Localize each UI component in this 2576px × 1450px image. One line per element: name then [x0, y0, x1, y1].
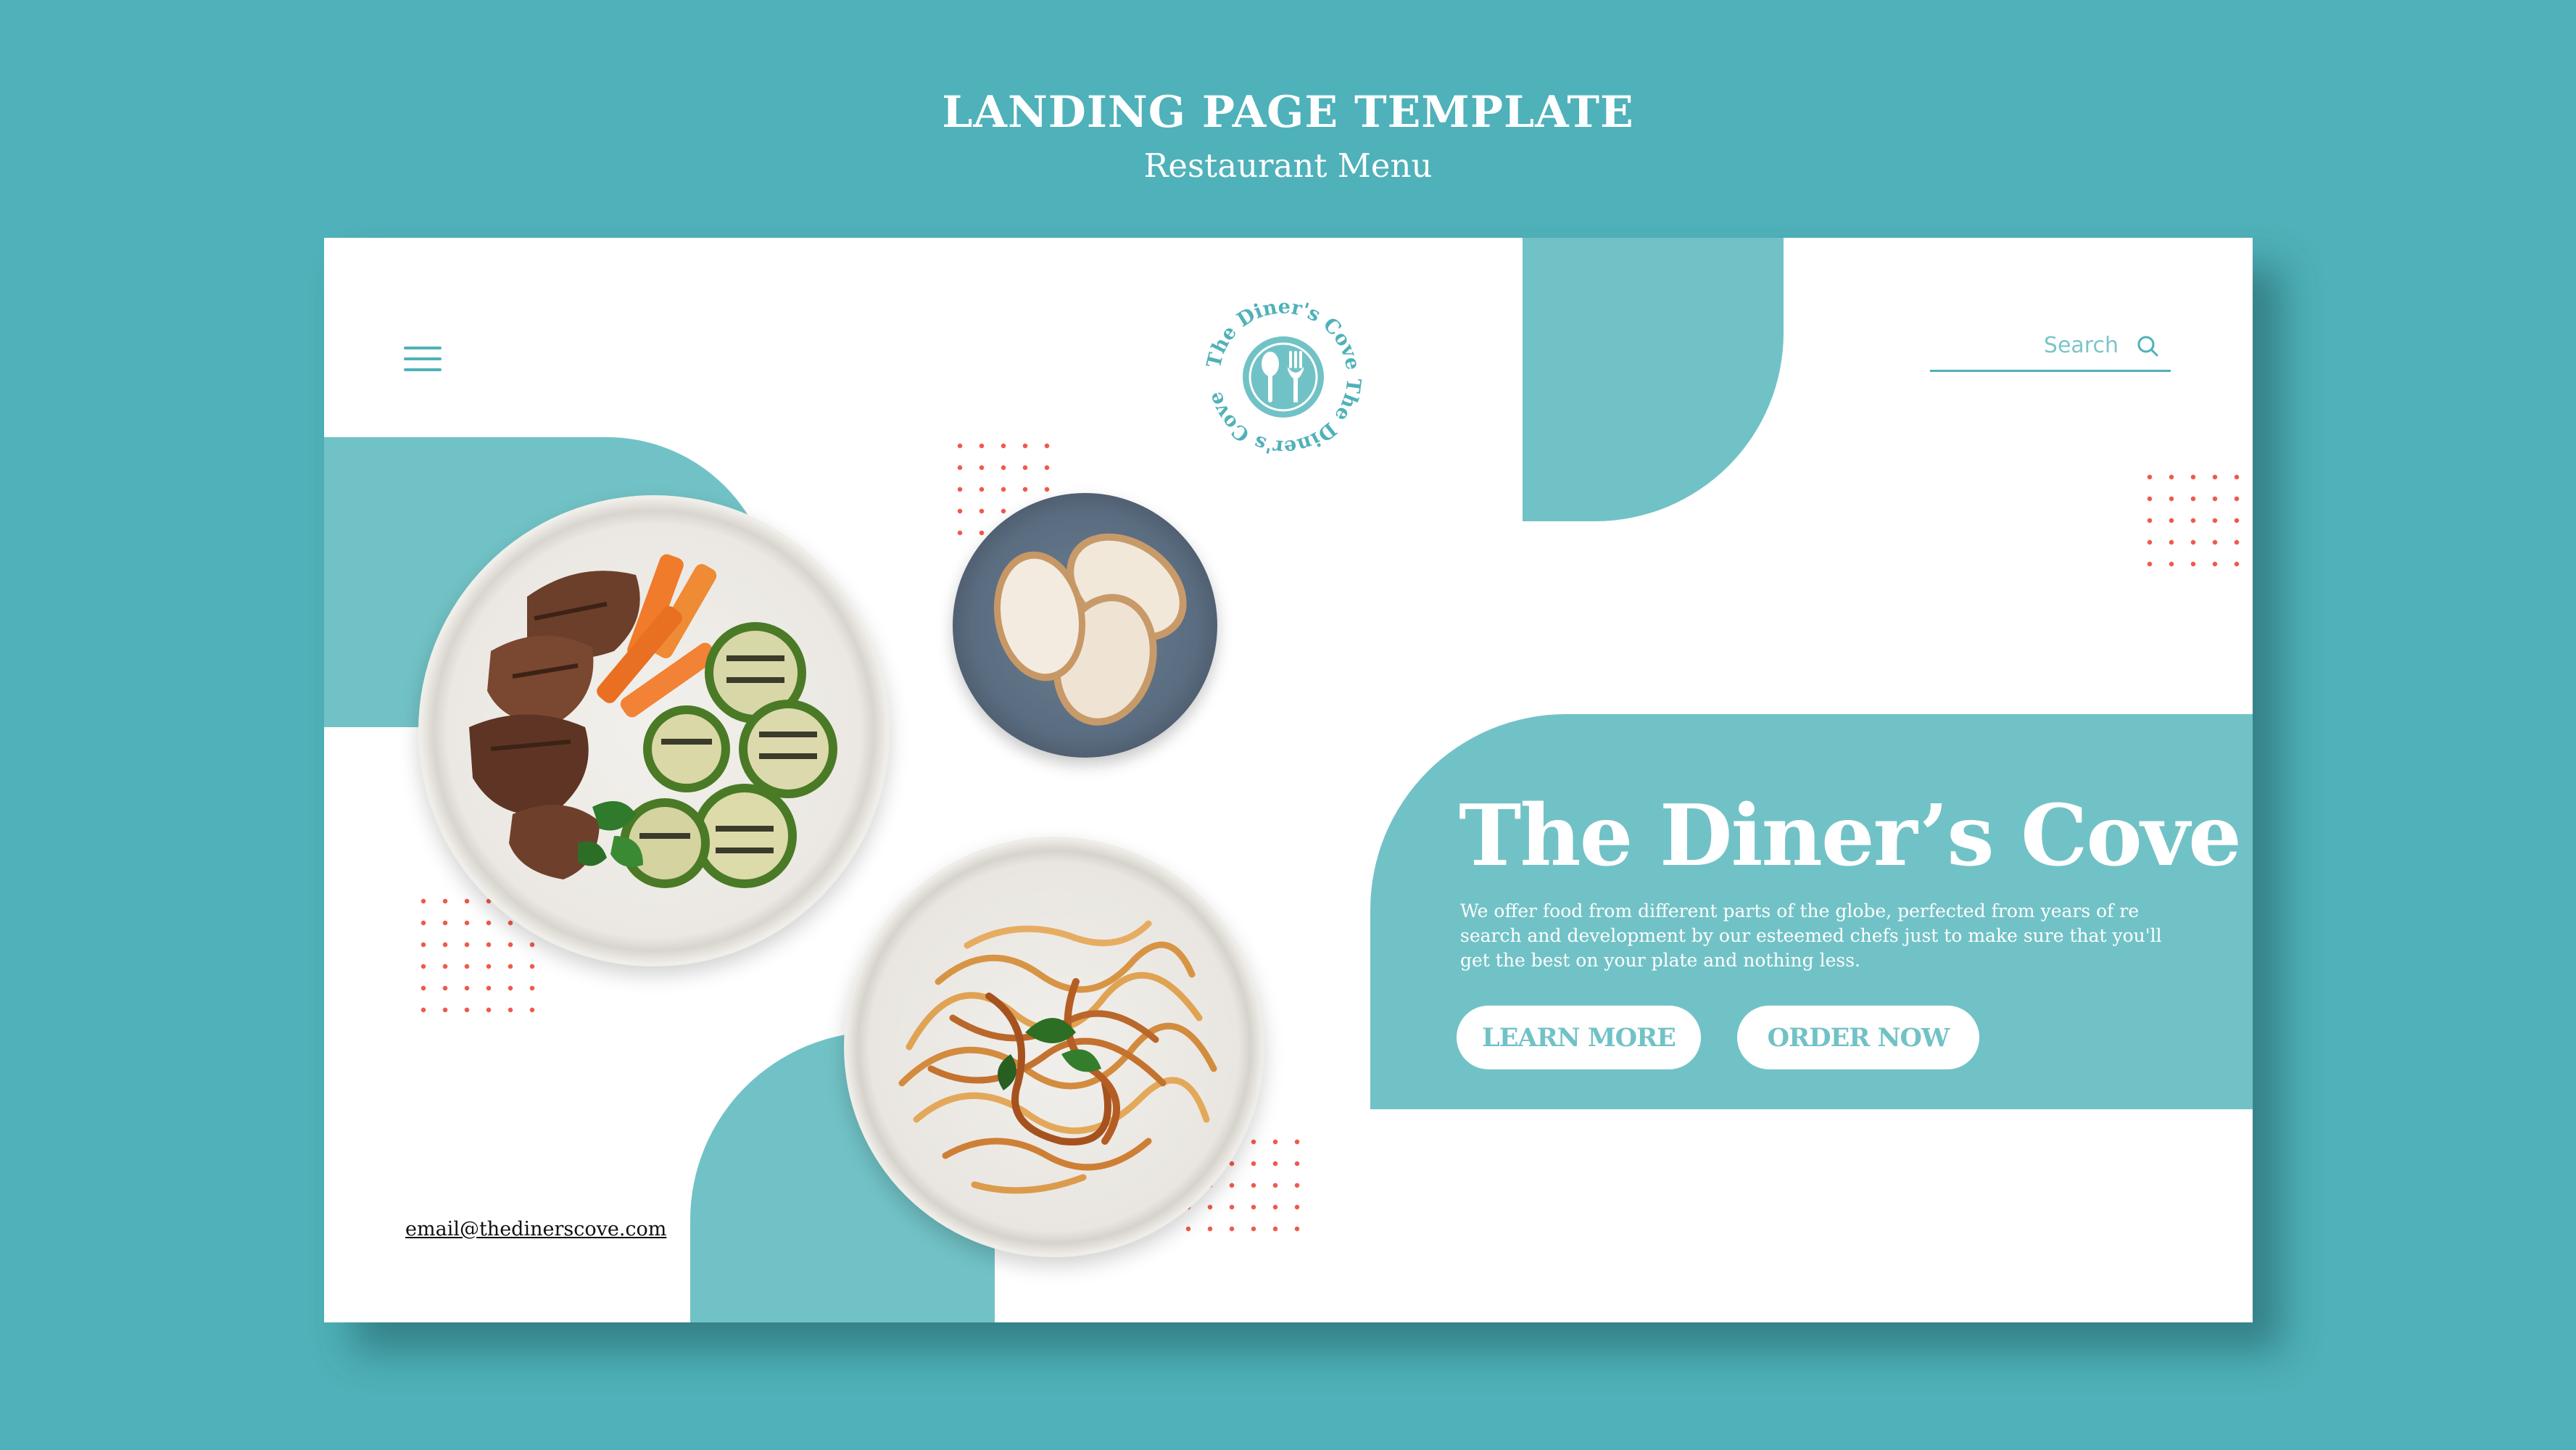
- learn-more-button[interactable]: LEARN MORE: [1457, 1006, 1701, 1069]
- hamburger-menu-icon[interactable]: [404, 347, 442, 376]
- dot-pattern: [2139, 466, 2253, 575]
- landing-page-card: The Diner's Cove The Diner's Cove Search…: [324, 238, 2253, 1322]
- decorative-shape-top-right: [1523, 238, 1784, 521]
- template-title: LANDING PAGE TEMPLATE: [942, 87, 1634, 138]
- pasta-dish-image: [844, 837, 1264, 1257]
- page-header: LANDING PAGE TEMPLATE Restaurant Menu: [0, 83, 2576, 188]
- bread-bowl-image: [953, 493, 1217, 758]
- bread-slices: [993, 533, 1187, 726]
- search-icon[interactable]: [2134, 334, 2161, 360]
- email-link[interactable]: email@thedinerscove.com: [405, 1218, 666, 1240]
- search-bar: [1930, 323, 2171, 372]
- order-now-button[interactable]: ORDER NOW: [1737, 1006, 1979, 1069]
- zucchini-slices: [620, 622, 837, 888]
- template-subtitle: Restaurant Menu: [1143, 146, 1433, 185]
- hero-description: We offer food from different parts of th…: [1460, 900, 2162, 971]
- steak-pieces: [469, 571, 640, 879]
- pasta-noodles: [898, 920, 1217, 1194]
- restaurant-logo[interactable]: The Diner's Cove The Diner's Cove: [1203, 296, 1365, 458]
- hero-title: The Diner’s Cove: [1459, 787, 2242, 885]
- search-input[interactable]: [1930, 323, 2119, 367]
- logo-badge: [1243, 336, 1324, 418]
- steak-vegetables-dish-image: [418, 495, 890, 966]
